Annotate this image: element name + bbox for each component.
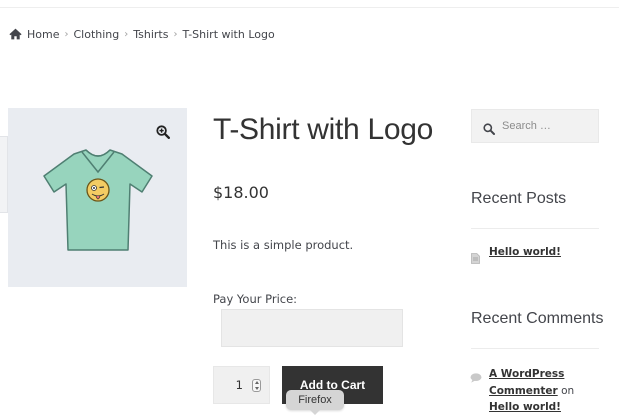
breadcrumb-clothing[interactable]: Clothing xyxy=(73,28,119,41)
search-box[interactable] xyxy=(471,109,599,143)
search-input[interactable] xyxy=(502,120,592,132)
product-price: $18.00 xyxy=(213,183,269,202)
breadcrumb-separator: › xyxy=(173,28,178,40)
document-icon xyxy=(471,249,480,264)
comment-connector: on xyxy=(561,384,575,397)
gallery-edge-strip xyxy=(0,136,8,213)
quantity-spinner-icon[interactable] xyxy=(252,379,261,392)
search-icon xyxy=(483,120,495,135)
product-description: This is a simple product. xyxy=(213,238,354,252)
breadcrumb-tshirts[interactable]: Tshirts xyxy=(133,28,168,41)
pay-your-price-input[interactable] xyxy=(221,309,403,347)
header-divider xyxy=(0,7,619,8)
breadcrumb-current: T-Shirt with Logo xyxy=(182,27,275,41)
comment-icon xyxy=(470,368,482,383)
breadcrumb-home[interactable]: Home xyxy=(27,28,59,41)
home-icon[interactable] xyxy=(9,28,22,40)
product-gallery[interactable] xyxy=(8,108,187,287)
breadcrumb: Home › Clothing › Tshirts › T-Shirt with… xyxy=(9,26,275,42)
recent-posts-title: Recent Posts xyxy=(471,190,567,207)
pay-your-price-label: Pay Your Price: xyxy=(213,292,298,306)
tooltip: Firefox xyxy=(286,390,344,415)
quantity-input[interactable]: 1 xyxy=(213,366,270,404)
comment-post-link[interactable]: Hello world! xyxy=(489,401,561,413)
recent-comment-item: A WordPress Commenter on Hello world! xyxy=(489,366,601,416)
widget-divider xyxy=(471,228,599,229)
recent-post-link[interactable]: Hello world! xyxy=(489,246,561,258)
widget-divider xyxy=(471,348,599,349)
recent-comments-title: Recent Comments xyxy=(471,310,604,327)
quantity-value: 1 xyxy=(235,378,243,392)
product-image[interactable] xyxy=(38,146,158,254)
breadcrumb-separator: › xyxy=(64,28,69,40)
comment-author-link[interactable]: A WordPress Commenter xyxy=(489,368,564,397)
zoom-in-icon[interactable] xyxy=(156,124,171,140)
product-title: T-Shirt with Logo xyxy=(213,113,434,146)
breadcrumb-separator: › xyxy=(124,28,129,40)
